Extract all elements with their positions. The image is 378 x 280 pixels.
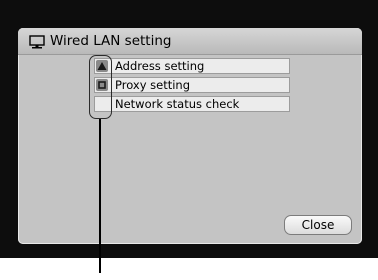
menu-item-label: Proxy setting xyxy=(115,78,191,92)
close-button[interactable]: Close xyxy=(284,215,352,235)
callout-line xyxy=(99,119,101,273)
menu-item-label: Address setting xyxy=(115,59,205,73)
menu-item-label: Network status check xyxy=(115,97,240,111)
menu-item-address-setting[interactable]: Address setting xyxy=(94,58,290,74)
monitor-icon xyxy=(29,34,45,49)
dialog-title: Wired LAN setting xyxy=(50,33,172,49)
wired-lan-dialog: Wired LAN setting Address setting Proxy … xyxy=(18,28,362,244)
screen: Wired LAN setting Address setting Proxy … xyxy=(0,0,378,258)
menu-item-network-status-check[interactable]: Network status check xyxy=(94,96,290,112)
callout-highlight xyxy=(89,55,112,119)
menu-list: Address setting Proxy setting Network st… xyxy=(94,58,290,115)
dialog-titlebar: Wired LAN setting xyxy=(18,28,362,55)
menu-item-proxy-setting[interactable]: Proxy setting xyxy=(94,77,290,93)
